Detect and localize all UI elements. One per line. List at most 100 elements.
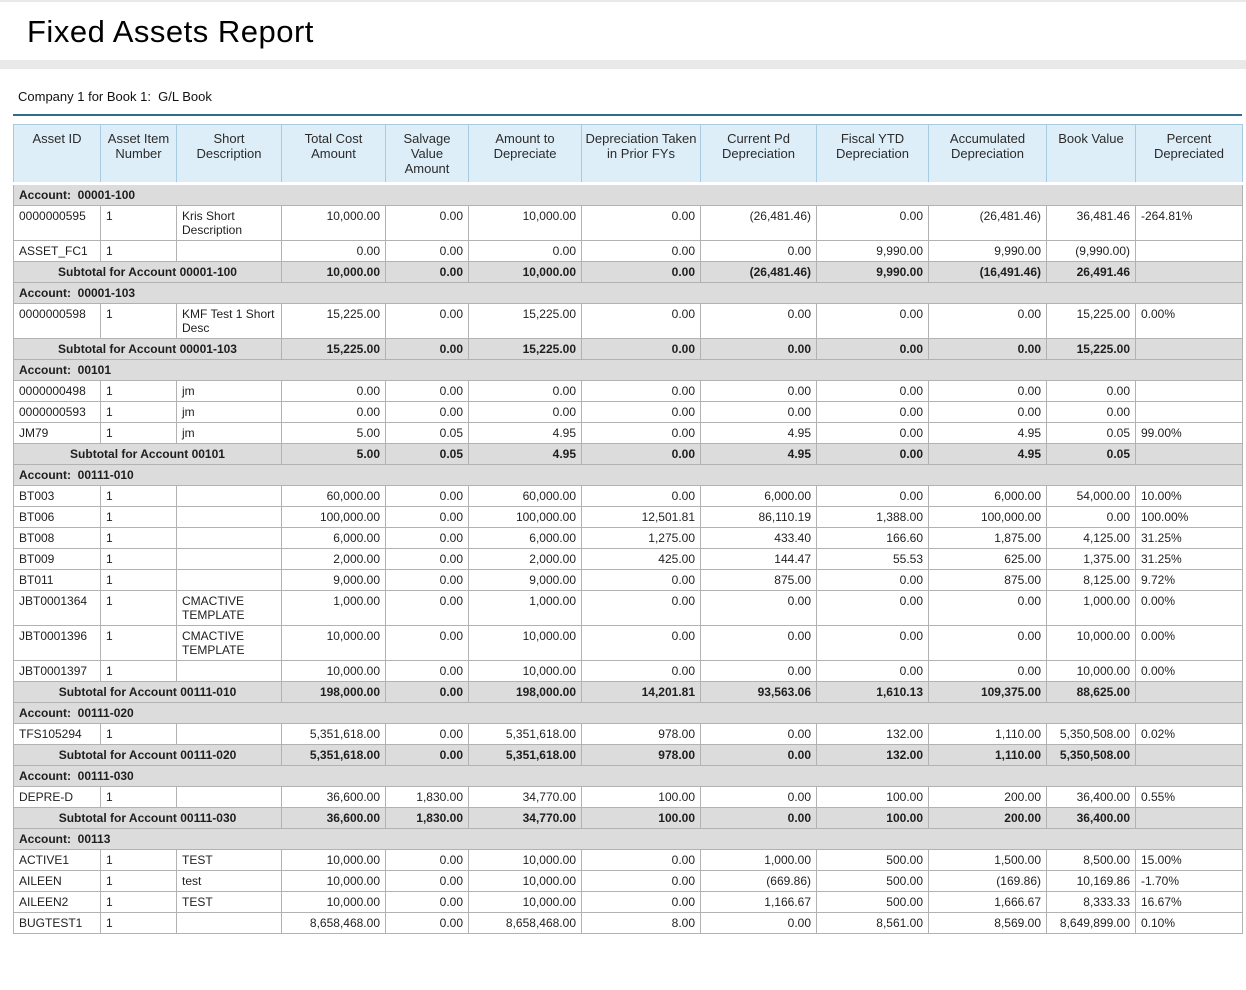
subtotal-value: 198,000.00 xyxy=(469,682,582,703)
subtotal-value: 10,000.00 xyxy=(282,262,386,283)
table-cell: TFS105294 xyxy=(14,724,101,745)
table-cell: 10,000.00 xyxy=(469,892,582,913)
table-cell: 0.00 xyxy=(817,570,929,591)
account-header-row: Account: 00111-010 xyxy=(14,465,1243,486)
table-cell: 500.00 xyxy=(817,871,929,892)
table-cell: 2,000.00 xyxy=(469,549,582,570)
table-cell: 8,658,468.00 xyxy=(469,913,582,934)
table-cell: 1 xyxy=(101,591,177,626)
table-cell: 1,375.00 xyxy=(1047,549,1136,570)
table-cell: 9,990.00 xyxy=(929,241,1047,262)
table-cell: 10,000.00 xyxy=(1047,626,1136,661)
table-cell xyxy=(177,507,282,528)
subtotal-value: 198,000.00 xyxy=(282,682,386,703)
table-cell: 1,110.00 xyxy=(929,724,1047,745)
subtotal-label: Subtotal for Account 00111-020 xyxy=(14,745,282,766)
table-cell: 0.00 xyxy=(701,591,817,626)
subtotal-row: Subtotal for Account 00001-10315,225.000… xyxy=(14,339,1243,360)
table-cell: 9,990.00 xyxy=(817,241,929,262)
column-header: Asset ID xyxy=(14,125,101,184)
subtotal-value: 34,770.00 xyxy=(469,808,582,829)
table-cell: 1,666.67 xyxy=(929,892,1047,913)
subtotal-value: 0.00 xyxy=(386,339,469,360)
table-cell: 6,000.00 xyxy=(929,486,1047,507)
table-cell: 1,000.00 xyxy=(1047,591,1136,626)
subtotal-value: 4.95 xyxy=(701,444,817,465)
table-cell: ACTIVE1 xyxy=(14,850,101,871)
table-cell: (26,481.46) xyxy=(929,206,1047,241)
table-cell: DEPRE-D xyxy=(14,787,101,808)
table-row: ACTIVE11TEST10,000.000.0010,000.000.001,… xyxy=(14,850,1243,871)
table-cell: JBT0001364 xyxy=(14,591,101,626)
table-cell: KMF Test 1 Short Desc xyxy=(177,304,282,339)
table-cell: 1,275.00 xyxy=(582,528,701,549)
table-cell: 60,000.00 xyxy=(469,486,582,507)
table-cell: 4.95 xyxy=(469,423,582,444)
header-row: Asset IDAsset Item NumberShort Descripti… xyxy=(14,125,1243,184)
table-cell: 166.60 xyxy=(817,528,929,549)
table-row: JM791jm5.000.054.950.004.950.004.950.059… xyxy=(14,423,1243,444)
table-cell: AILEEN2 xyxy=(14,892,101,913)
table-cell: 0.00 xyxy=(817,304,929,339)
table-cell: 10,000.00 xyxy=(469,206,582,241)
table-cell: -1.70% xyxy=(1136,871,1243,892)
table-cell: 10,000.00 xyxy=(282,206,386,241)
column-header: Asset Item Number xyxy=(101,125,177,184)
table-cell: 0.00 xyxy=(282,241,386,262)
table-cell: 0.00 xyxy=(701,402,817,423)
table-cell: 1 xyxy=(101,626,177,661)
table-cell: jm xyxy=(177,381,282,402)
table-row: BT0061100,000.000.00100,000.0012,501.818… xyxy=(14,507,1243,528)
table-cell xyxy=(177,528,282,549)
table-cell: 0.00 xyxy=(1047,402,1136,423)
subtotal-value: 5.00 xyxy=(282,444,386,465)
subtotal-value: 0.00 xyxy=(582,262,701,283)
account-header-row: Account: 00113 xyxy=(14,829,1243,850)
table-cell: 1 xyxy=(101,486,177,507)
table-cell: 5,351,618.00 xyxy=(469,724,582,745)
table-cell: 0.00 xyxy=(469,381,582,402)
table-cell: 0.00 xyxy=(582,486,701,507)
account-header-row: Account: 00111-020 xyxy=(14,703,1243,724)
table-cell: 36,481.46 xyxy=(1047,206,1136,241)
table-cell: 31.25% xyxy=(1136,549,1243,570)
table-cell: 1,000.00 xyxy=(282,591,386,626)
subtotal-value: 0.00 xyxy=(582,444,701,465)
table-cell: 0.55% xyxy=(1136,787,1243,808)
column-header: Total Cost Amount xyxy=(282,125,386,184)
table-cell: 4.95 xyxy=(701,423,817,444)
table-cell: 0.00 xyxy=(701,787,817,808)
table-cell: 15.00% xyxy=(1136,850,1243,871)
table-row: BT003160,000.000.0060,000.000.006,000.00… xyxy=(14,486,1243,507)
table-cell: 2,000.00 xyxy=(282,549,386,570)
table-cell: 0.00 xyxy=(701,626,817,661)
table-cell: 8,649,899.00 xyxy=(1047,913,1136,934)
table-cell xyxy=(1136,241,1243,262)
subtotal-percent xyxy=(1136,444,1243,465)
table-cell: 0.00 xyxy=(386,486,469,507)
account-header-row: Account: 00101 xyxy=(14,360,1243,381)
table-cell: 100.00 xyxy=(817,787,929,808)
table-cell: 100,000.00 xyxy=(282,507,386,528)
table-cell: 144.47 xyxy=(701,549,817,570)
table-cell: 0.00 xyxy=(582,402,701,423)
column-header: Depreciation Taken in Prior FYs xyxy=(582,125,701,184)
table-cell: 433.40 xyxy=(701,528,817,549)
subtotal-row: Subtotal for Account 00111-0205,351,618.… xyxy=(14,745,1243,766)
subtotal-row: Subtotal for Account 00111-03036,600.001… xyxy=(14,808,1243,829)
table-cell: 0.00 xyxy=(701,304,817,339)
table-cell: JM79 xyxy=(14,423,101,444)
table-cell: 12,501.81 xyxy=(582,507,701,528)
table-cell: 36,600.00 xyxy=(282,787,386,808)
table-cell: 1 xyxy=(101,787,177,808)
table-cell: jm xyxy=(177,402,282,423)
table-cell: 0.00 xyxy=(386,304,469,339)
table-row: JBT00013641CMACTIVE TEMPLATE1,000.000.00… xyxy=(14,591,1243,626)
subtotal-value: 14,201.81 xyxy=(582,682,701,703)
table-cell: 0.00 xyxy=(929,402,1047,423)
table-cell: 54,000.00 xyxy=(1047,486,1136,507)
subtotal-label: Subtotal for Account 00101 xyxy=(14,444,282,465)
table-cell: 100,000.00 xyxy=(469,507,582,528)
table-cell: 0.00 xyxy=(386,206,469,241)
subtotal-value: 15,225.00 xyxy=(469,339,582,360)
